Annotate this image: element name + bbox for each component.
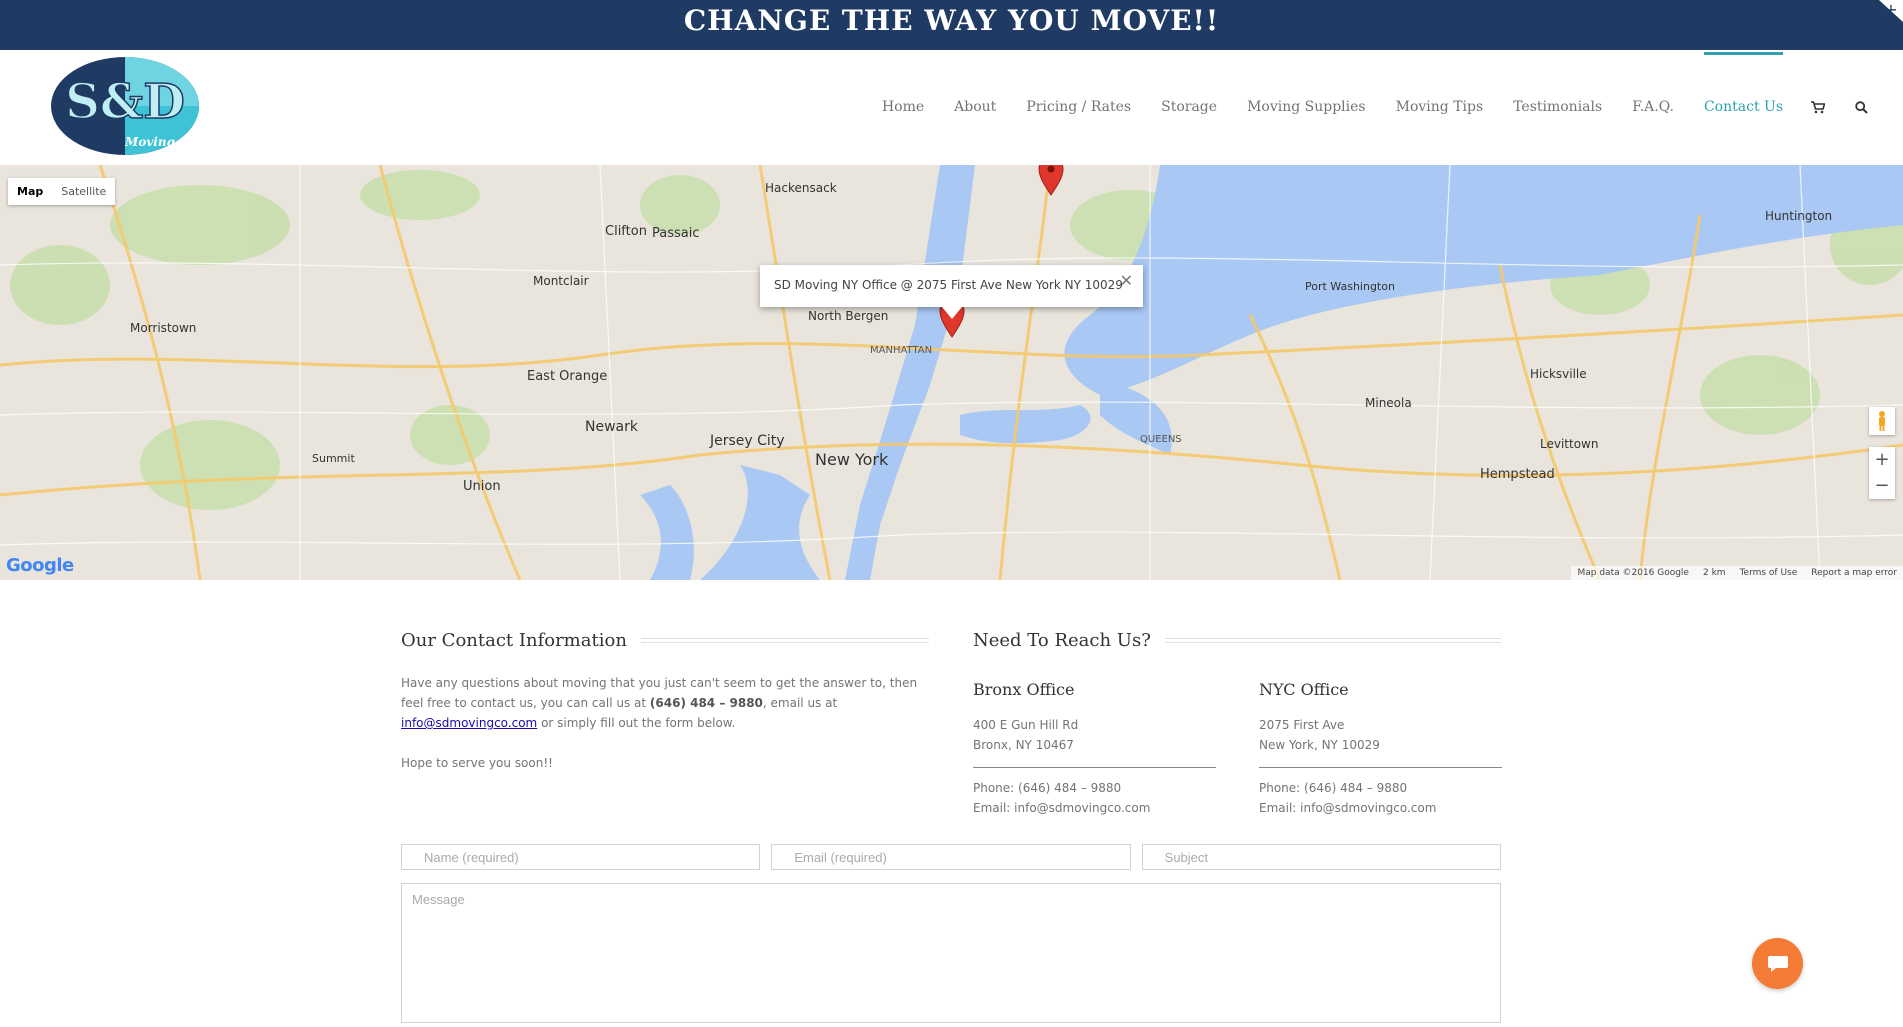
- zoom-in-button[interactable]: +: [1869, 447, 1895, 473]
- nav-moving-supplies[interactable]: Moving Supplies: [1247, 50, 1366, 165]
- map-info-window: SD Moving NY Office @ 2075 First Ave New…: [760, 265, 1143, 319]
- nav-testimonials[interactable]: Testimonials: [1513, 50, 1602, 165]
- label-union: Union: [463, 479, 501, 494]
- company-logo[interactable]: S&D Moving: [50, 56, 200, 156]
- street-view-pegman-icon[interactable]: [1869, 407, 1895, 435]
- map-type-satellite-button[interactable]: Satellite: [52, 178, 115, 205]
- map-data-credit: Map data ©2016 Google: [1577, 568, 1689, 578]
- contact-info-column: Our Contact Information Have any questio…: [401, 630, 929, 773]
- label-newark: Newark: [585, 419, 639, 435]
- google-logo[interactable]: Google: [6, 555, 74, 576]
- office-email: Email: info@sdmovingco.com: [973, 801, 1151, 815]
- title-divider: [1164, 638, 1501, 643]
- map-tiles: New York Jersey City Newark North Bergen…: [0, 165, 1903, 580]
- label-levittown: Levittown: [1540, 437, 1598, 451]
- label-morristown: Morristown: [130, 321, 196, 335]
- email-field[interactable]: [771, 844, 1131, 870]
- name-field[interactable]: [401, 844, 761, 870]
- info-window-text: SD Moving NY Office @ 2075 First Ave New…: [774, 278, 1123, 292]
- address-line-1: 2075 First Ave: [1259, 718, 1345, 732]
- label-manhattan: MANHATTAN: [870, 345, 932, 356]
- zoom-out-button[interactable]: −: [1869, 473, 1895, 499]
- label-montclair: Montclair: [533, 274, 589, 288]
- map-type-map-button[interactable]: Map: [8, 178, 52, 205]
- report-map-error-link[interactable]: Report a map error: [1811, 568, 1897, 578]
- office-address: 400 E Gun Hill Rd Bronx, NY 10467: [973, 715, 1216, 755]
- bronx-office: Bronx Office 400 E Gun Hill Rd Bronx, NY…: [973, 680, 1216, 818]
- label-north-bergen: North Bergen: [808, 309, 888, 323]
- cart-icon[interactable]: [1811, 50, 1827, 165]
- label-hicksville: Hicksville: [1530, 367, 1587, 381]
- reach-us-title: Need To Reach Us?: [973, 630, 1501, 651]
- intro-text-b: , email us at: [762, 696, 838, 710]
- label-clifton: Clifton: [605, 224, 647, 239]
- nav-contact-us[interactable]: Contact Us: [1703, 50, 1784, 165]
- label-port-washington: Port Washington: [1305, 280, 1395, 293]
- email-link[interactable]: info@sdmovingco.com: [401, 716, 537, 730]
- reach-us-heading: Need To Reach Us?: [973, 630, 1151, 651]
- logo-tagline: Moving: [124, 135, 175, 149]
- nav-storage[interactable]: Storage: [1161, 50, 1217, 165]
- office-phone: Phone: (646) 484 – 9880: [1259, 781, 1408, 795]
- chat-bubble-icon: [1767, 955, 1788, 972]
- site-header: S&D Moving Home About Pricing / Rates St…: [0, 50, 1903, 166]
- main-nav: Home About Pricing / Rates Storage Movin…: [852, 50, 1871, 165]
- close-icon[interactable]: ✕: [1120, 271, 1133, 290]
- google-map[interactable]: New York Jersey City Newark North Bergen…: [0, 165, 1903, 580]
- google-logo-text: Google: [6, 555, 74, 576]
- contact-info-heading: Our Contact Information: [401, 630, 627, 651]
- subject-field[interactable]: [1141, 844, 1501, 870]
- contact-intro: Have any questions about moving that you…: [401, 673, 929, 733]
- nav-moving-tips[interactable]: Moving Tips: [1396, 50, 1484, 165]
- closing-text: Hope to serve you soon!!: [401, 756, 553, 770]
- terms-of-use-link[interactable]: Terms of Use: [1740, 568, 1798, 578]
- office-contact: Phone: (646) 484 – 9880 Email: info@sdmo…: [973, 778, 1216, 818]
- zoom-control: + −: [1869, 447, 1895, 499]
- nav-pricing-rates[interactable]: Pricing / Rates: [1026, 50, 1131, 165]
- logo-letters: S&D: [65, 74, 185, 130]
- address-line-1: 400 E Gun Hill Rd: [973, 718, 1079, 732]
- contact-form: [401, 844, 1501, 1027]
- contact-info-title: Our Contact Information: [401, 630, 929, 651]
- intro-text-c: or simply fill out the form below.: [537, 716, 736, 730]
- nav-about[interactable]: About: [954, 50, 996, 165]
- search-icon[interactable]: [1855, 50, 1871, 165]
- chat-button[interactable]: [1752, 938, 1803, 989]
- label-new-york: New York: [815, 450, 889, 469]
- label-hempstead: Hempstead: [1480, 467, 1555, 482]
- label-jersey-city: Jersey City: [709, 433, 785, 449]
- office-divider: [1259, 767, 1502, 768]
- label-huntington: Huntington: [1765, 209, 1832, 223]
- title-divider: [640, 638, 929, 643]
- label-passaic: Passaic: [652, 226, 700, 241]
- address-line-2: Bronx, NY 10467: [973, 738, 1074, 752]
- office-divider: [973, 767, 1216, 768]
- nav-home[interactable]: Home: [882, 50, 924, 165]
- nyc-office: NYC Office 2075 First Ave New York, NY 1…: [1259, 680, 1502, 818]
- office-phone: Phone: (646) 484 – 9880: [973, 781, 1122, 795]
- label-queens: QUEENS: [1140, 434, 1182, 445]
- message-field[interactable]: [401, 883, 1501, 1023]
- promo-bar: CHANGE THE WAY YOU MOVE!! +: [0, 0, 1903, 50]
- office-name: NYC Office: [1259, 680, 1349, 699]
- reach-us-column: Need To Reach Us? Bronx Office 400 E Gun…: [973, 630, 1502, 815]
- map-type-control: Map Satellite: [8, 178, 116, 205]
- nav-faq[interactable]: F.A.Q.: [1632, 50, 1674, 165]
- form-row: [401, 844, 1501, 870]
- map-scale: 2 km: [1702, 568, 1726, 578]
- phone-number: (646) 484 – 9880: [649, 696, 763, 710]
- map-footer: Map data ©2016 Google 2 km Terms of Use …: [1571, 566, 1903, 580]
- office-address: 2075 First Ave New York, NY 10029: [1259, 715, 1502, 755]
- promo-banner-text: CHANGE THE WAY YOU MOVE!!: [683, 4, 1220, 37]
- label-east-orange: East Orange: [527, 369, 607, 384]
- office-email: Email: info@sdmovingco.com: [1259, 801, 1437, 815]
- address-line-2: New York, NY 10029: [1259, 738, 1380, 752]
- office-name: Bronx Office: [973, 680, 1075, 699]
- label-hackensack: Hackensack: [765, 181, 837, 195]
- label-mineola: Mineola: [1365, 396, 1412, 410]
- logo-graphic: S&D Moving: [51, 57, 199, 155]
- label-summit: Summit: [312, 452, 355, 465]
- office-contact: Phone: (646) 484 – 9880 Email: info@sdmo…: [1259, 778, 1502, 818]
